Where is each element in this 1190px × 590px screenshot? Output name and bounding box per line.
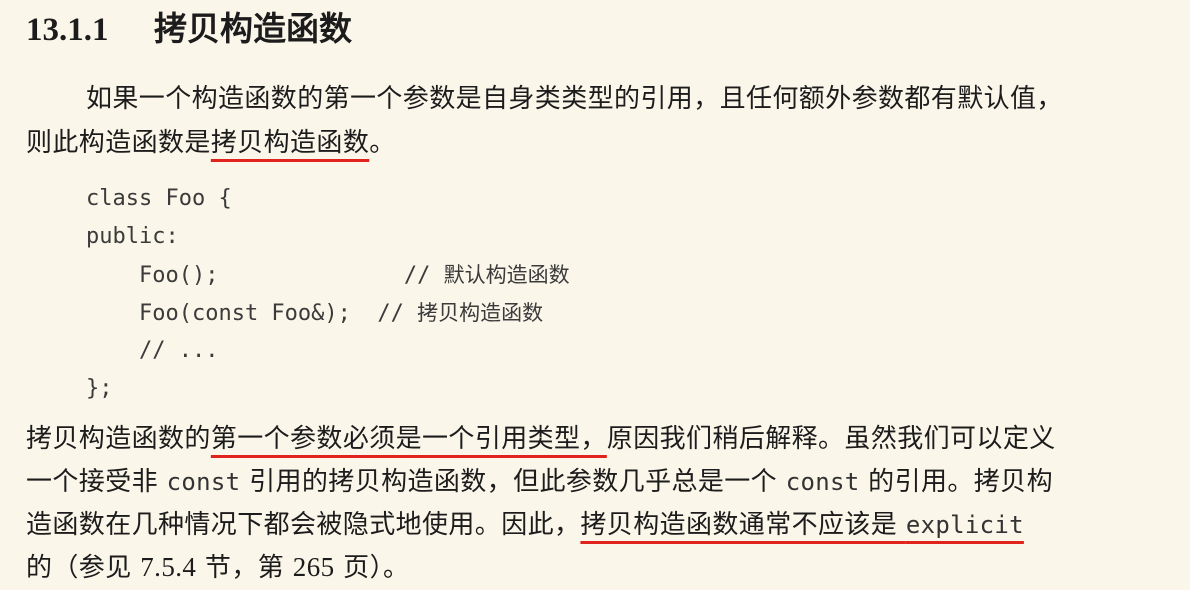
code-line: Foo(); // 默认构造函数 [86,256,570,294]
code-block: class Foo { public: Foo(); // 默认构造函数 Foo(… [86,180,570,408]
paragraph-1-line-1: 如果一个构造函数的第一个参数是自身类类型的引用，且任何额外参数都有默认值， [86,84,1063,114]
section-reference: 7.5.4 [140,552,197,582]
keyword-explicit: explicit [905,511,1024,539]
code-line: // ... [86,338,219,363]
section-title: 拷贝构造函数 [154,12,352,48]
section-heading: 13.1.1 拷贝构造函数 [26,8,352,52]
text-run: 原因我们稍后解释。虽然我们可以定义 [606,424,1056,454]
text-run: 一个接受非 [26,467,167,497]
text-run: 引用的拷贝构造函数，但此参数几乎总是一个 [240,467,786,497]
paragraph-2-line-1: 拷贝构造函数的第一个参数必须是一个引用类型，原因我们稍后解释。虽然我们可以定义 [26,418,1056,460]
text-run: 则此构造函数是 [26,128,211,158]
code-comment: 默认构造函数 [443,263,570,287]
code-text: Foo(); // [86,263,444,288]
underlined-term: 拷贝构造函数 [210,128,370,158]
paragraph-1-line-2: 则此构造函数是拷贝构造函数。 [26,122,396,164]
code-line: class Foo { [86,186,232,211]
text-run: 拷贝构造函数通常不应该是 [580,510,906,540]
code-comment: 拷贝构造函数 [417,301,544,325]
text-run: 造函数在几种情况下都会被隐式地使用。因此， [26,510,581,540]
paragraph-2-line-4: 的（参见 7.5.4 节，第 265 页）。 [26,546,409,589]
text-run: 。 [369,128,396,158]
paragraph-2-line-2: 一个接受非 const 引用的拷贝构造函数，但此参数几乎总是一个 const 的… [26,461,1053,503]
section-number: 13.1.1 [26,12,109,48]
text-run: 的引用。拷贝构 [859,467,1053,497]
code-line: Foo(const Foo&); // 拷贝构造函数 [86,294,570,332]
text-run: 拷贝构造函数的 [26,424,211,454]
code-line: }; [86,376,113,401]
paragraph-2-line-3: 造函数在几种情况下都会被隐式地使用。因此，拷贝构造函数通常不应该是 explic… [26,504,1024,546]
code-text: Foo(const Foo&); // [86,301,418,326]
code-line: public: [86,224,179,249]
keyword-const: const [785,468,860,496]
underlined-phrase: 拷贝构造函数通常不应该是 explicit [580,510,1023,540]
text-run: 节，第 [196,553,293,583]
underlined-phrase: 第一个参数必须是一个引用类型， [210,424,607,454]
keyword-const: const [166,468,241,496]
text-run: 的（参见 [26,553,141,583]
text-run: 页）。 [334,553,410,583]
page-reference: 265 [292,552,335,582]
